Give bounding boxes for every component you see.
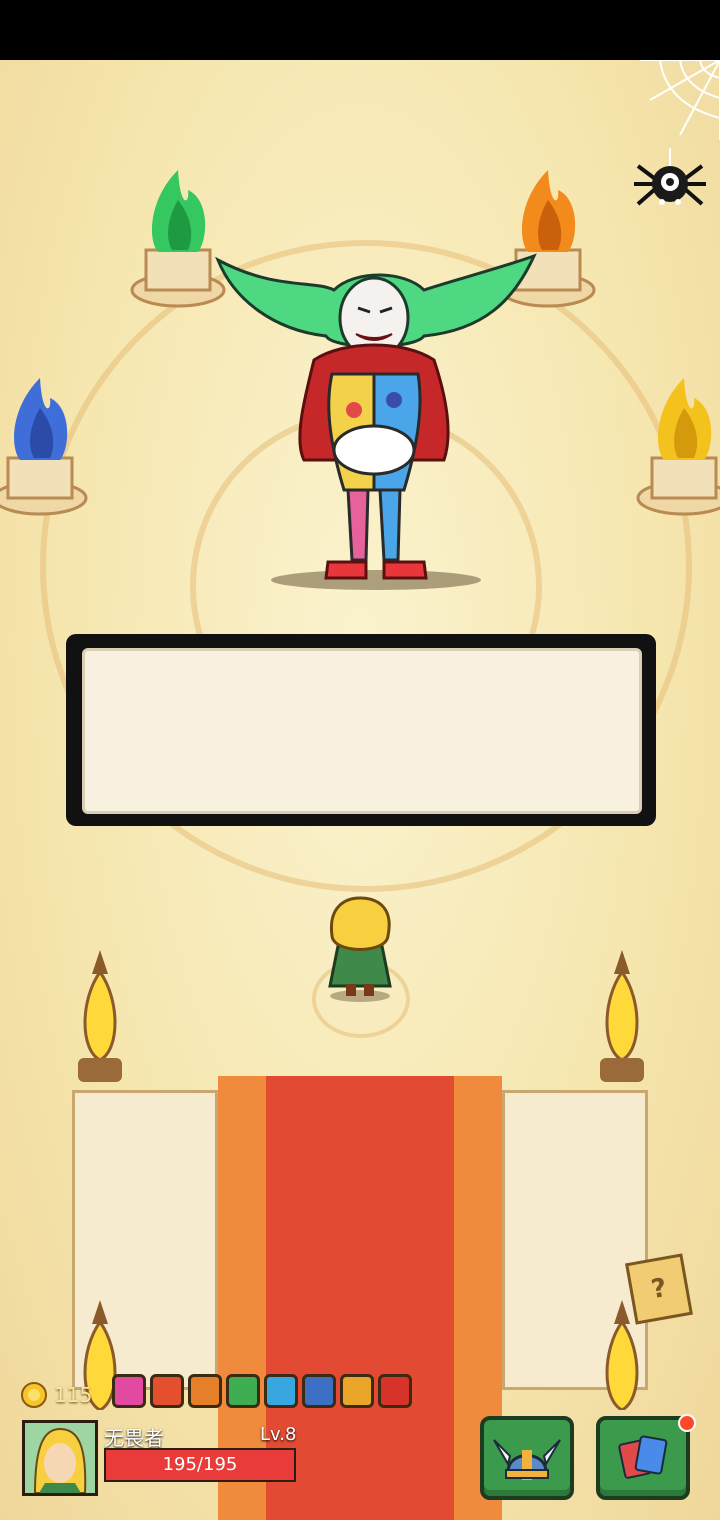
viking-helmet-icon — [493, 1439, 561, 1480]
equipment-button[interactable] — [480, 1416, 574, 1500]
yellow-flame-brazier — [636, 378, 720, 516]
player-name: 无畏者 — [104, 1426, 164, 1450]
jester-boss-character[interactable] — [214, 250, 538, 590]
cards-button[interactable] — [596, 1416, 690, 1500]
hero-portrait-icon — [25, 1423, 95, 1493]
spider-web-icon — [640, 60, 720, 140]
red-boxing-glove-icon[interactable] — [378, 1374, 412, 1408]
relic-icon-row — [112, 1374, 412, 1408]
red-shield-icon[interactable] — [150, 1374, 184, 1408]
right-lamp-icon — [600, 950, 644, 1082]
blue-crystal-icon[interactable] — [264, 1374, 298, 1408]
gold-amount: 115 — [54, 1383, 93, 1407]
help-card-button[interactable]: ? — [625, 1253, 693, 1325]
player-level: Lv.8 — [260, 1424, 297, 1445]
card-deck-icon — [618, 1435, 668, 1479]
hero-character[interactable] — [322, 896, 398, 1004]
gold-counter: 115 — [20, 1378, 92, 1412]
orange-sun-icon[interactable] — [188, 1374, 222, 1408]
blue-creature-icon[interactable] — [302, 1374, 336, 1408]
dialog-box[interactable] — [82, 648, 642, 814]
status-bar — [0, 0, 720, 60]
gold-medal-icon[interactable] — [340, 1374, 374, 1408]
question-mark-icon: ? — [648, 1272, 670, 1306]
gold-coin-icon — [21, 1382, 47, 1408]
game-screen: ? 115 无畏者 Lv.8 195/195 — [0, 0, 720, 1520]
green-circuit-icon[interactable] — [226, 1374, 260, 1408]
blue-flame-brazier — [0, 378, 88, 516]
demon-face-icon[interactable] — [112, 1374, 146, 1408]
spider-icon — [634, 148, 706, 206]
green-flame-brazier — [130, 170, 226, 308]
left-lamp-icon — [78, 950, 122, 1082]
hp-bar: 195/195 — [104, 1448, 296, 1482]
notification-dot — [678, 1414, 696, 1432]
player-avatar[interactable] — [22, 1420, 98, 1496]
hp-text: 195/195 — [162, 1454, 238, 1475]
